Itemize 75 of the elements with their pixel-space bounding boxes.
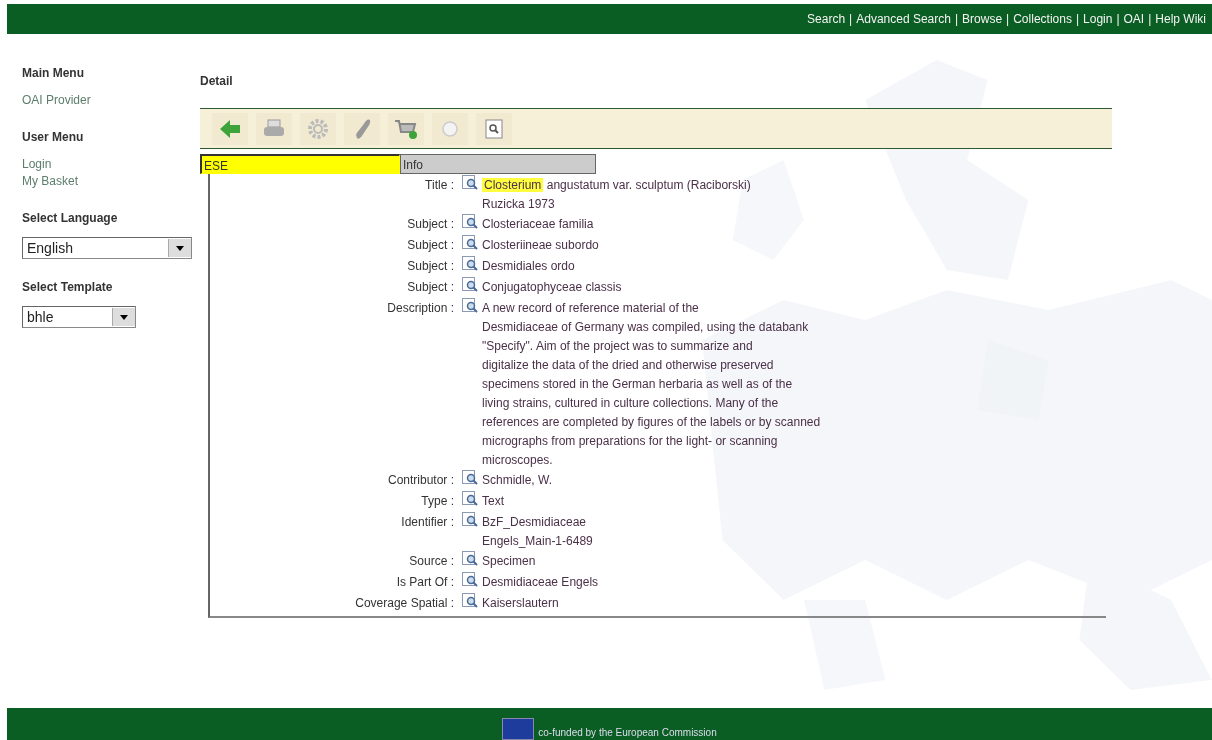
nav-link[interactable]: Collections — [1013, 12, 1072, 26]
search-icon[interactable] — [462, 256, 478, 272]
nav-separator: | — [1006, 12, 1010, 26]
nav-separator: | — [1148, 12, 1152, 26]
nav-separator: | — [849, 12, 853, 26]
search-icon[interactable] — [462, 593, 478, 609]
field-value: Desmidiaceae Engels — [482, 574, 600, 591]
search-icon[interactable] — [462, 551, 478, 567]
menu-heading: Main Menu — [22, 66, 85, 80]
tab[interactable]: ESE — [200, 154, 400, 174]
menu-heading: User Menu — [22, 130, 85, 144]
field-value: Closterium angustatum var. sculptum (Raciborski) Ruzicka 1973 — [482, 177, 752, 213]
footer-text: co-funded by the European Commission — [538, 727, 717, 740]
field-label: Subject : — [406, 216, 455, 233]
field-label: Identifier : — [400, 514, 455, 531]
gear-icon — [307, 117, 329, 140]
search-icon[interactable] — [462, 235, 478, 251]
field-label: Coverage Spatial : — [354, 595, 455, 612]
menu-heading: Select Language — [22, 211, 119, 225]
field-label: Description : — [386, 300, 455, 317]
search-icon[interactable] — [462, 214, 478, 230]
cart-button[interactable] — [388, 112, 424, 145]
field-label: Subject : — [406, 279, 455, 296]
nav-link[interactable]: Advanced Search — [856, 12, 951, 26]
menu-link[interactable]: Login — [22, 156, 200, 173]
nav-link[interactable]: Search — [807, 12, 846, 26]
nav-separator: | — [1116, 12, 1120, 26]
field-value: Specimen — [482, 553, 537, 570]
magnifier-icon — [485, 118, 503, 139]
search-icon[interactable] — [462, 298, 478, 314]
field-value: Closteriaceae familia — [482, 216, 595, 233]
nav-link[interactable]: Help Wiki — [1155, 12, 1206, 26]
tab[interactable]: Info — [400, 154, 596, 174]
dropdown-select[interactable]: English — [22, 237, 192, 259]
search-icon[interactable] — [462, 470, 478, 486]
field-label: Contributor : — [386, 472, 455, 489]
field-label: Subject : — [406, 258, 455, 275]
field-label: Type : — [420, 493, 455, 510]
search-icon[interactable] — [462, 491, 478, 507]
cart-icon — [394, 117, 418, 140]
page-title: Detail — [200, 74, 234, 90]
field-value: Desmidiales ordo — [482, 258, 576, 275]
field-value: Text — [482, 493, 505, 510]
field-value: Closteriineae subordo — [482, 237, 600, 254]
back-arrow-icon — [219, 118, 241, 139]
nav-link[interactable]: OAI — [1123, 12, 1145, 26]
search-icon[interactable] — [462, 175, 478, 191]
field-value: Conjugatophyceae classis — [482, 279, 623, 296]
field-value: Kaiserslautern — [482, 595, 560, 612]
back-arrow-button[interactable] — [212, 112, 248, 145]
magnifier-button[interactable] — [476, 112, 512, 145]
circle-icon — [441, 119, 459, 138]
menu-link[interactable]: My Basket — [22, 173, 200, 190]
field-value: BzF_Desmidiaceae Engels_Main-1-6489 — [482, 514, 594, 550]
dropdown-select[interactable]: bhle — [22, 306, 136, 328]
search-icon[interactable] — [462, 277, 478, 293]
printer-icon — [263, 118, 285, 139]
field-label: Subject : — [406, 237, 455, 254]
field-value: Schmidle, W. — [482, 472, 554, 489]
nav-separator: | — [1075, 12, 1080, 26]
menu-link[interactable]: OAI Provider — [22, 92, 200, 109]
nav-link[interactable]: Browse — [962, 12, 1003, 26]
search-icon[interactable] — [462, 512, 478, 528]
menu-heading: Select Template — [22, 280, 114, 294]
dropdown-caret-icon — [112, 308, 135, 326]
nav-link[interactable]: Login — [1083, 12, 1113, 26]
flag-icon — [502, 718, 535, 740]
dropdown-caret-icon — [168, 239, 191, 257]
field-label: Title : — [424, 177, 455, 194]
paperclip-button[interactable] — [344, 112, 380, 145]
field-label: Is Part Of : — [395, 574, 455, 591]
field-label: Source : — [408, 553, 455, 570]
nav-separator: | — [954, 12, 959, 26]
search-icon[interactable] — [462, 572, 478, 588]
field-value: A new record of reference material of the Desmidiaceae of Germany was compiled, using the databank "Specify". Aim of the project was to summarize and digitalize the data of the dried and otherwise preserved specimens stored in the German herbaria as well as of the living strains, cultured in culture collections. Many of the references are completed by figures of the labels or by scanned micrographs from preparations for the light- or scanning microscopes. — [482, 300, 822, 469]
